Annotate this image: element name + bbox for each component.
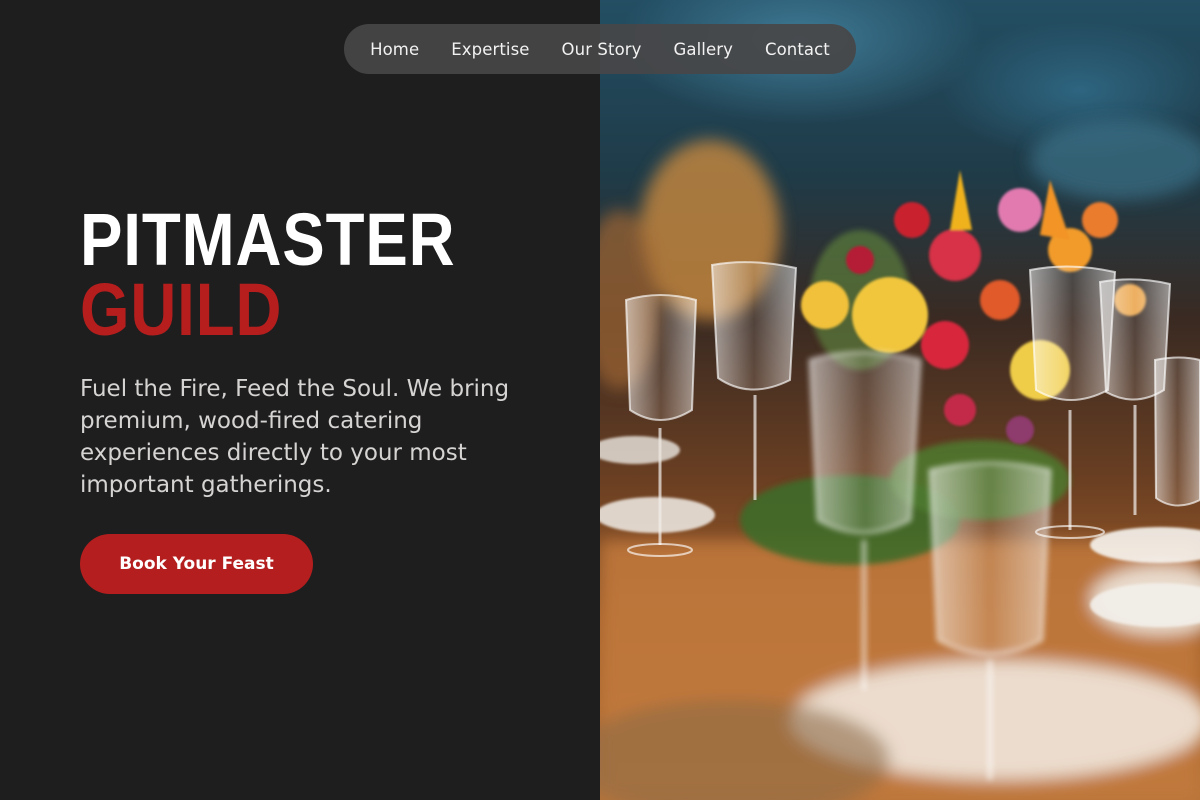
main-nav: Home Expertise Our Story Gallery Contact [344, 24, 856, 74]
nav-home-link[interactable]: Home [370, 40, 419, 59]
nav-contact-link[interactable]: Contact [765, 40, 830, 59]
book-your-feast-button[interactable]: Book Your Feast [80, 534, 313, 594]
nav-our-story-link[interactable]: Our Story [562, 40, 642, 59]
hero-title-line2: GUILD [80, 268, 283, 351]
landing-page: Home Expertise Our Story Gallery Contact… [0, 0, 1200, 800]
hero-title-line1: PITMASTER [80, 198, 456, 281]
nav-gallery-link[interactable]: Gallery [674, 40, 733, 59]
hero-tagline: Fuel the Fire, Feed the Soul. We bring p… [80, 376, 510, 498]
banquet-table-illustration [600, 120, 1200, 800]
hero-title: PITMASTER GUILD [80, 198, 456, 351]
nav-expertise-link[interactable]: Expertise [451, 40, 529, 59]
hero-image [600, 0, 1200, 800]
